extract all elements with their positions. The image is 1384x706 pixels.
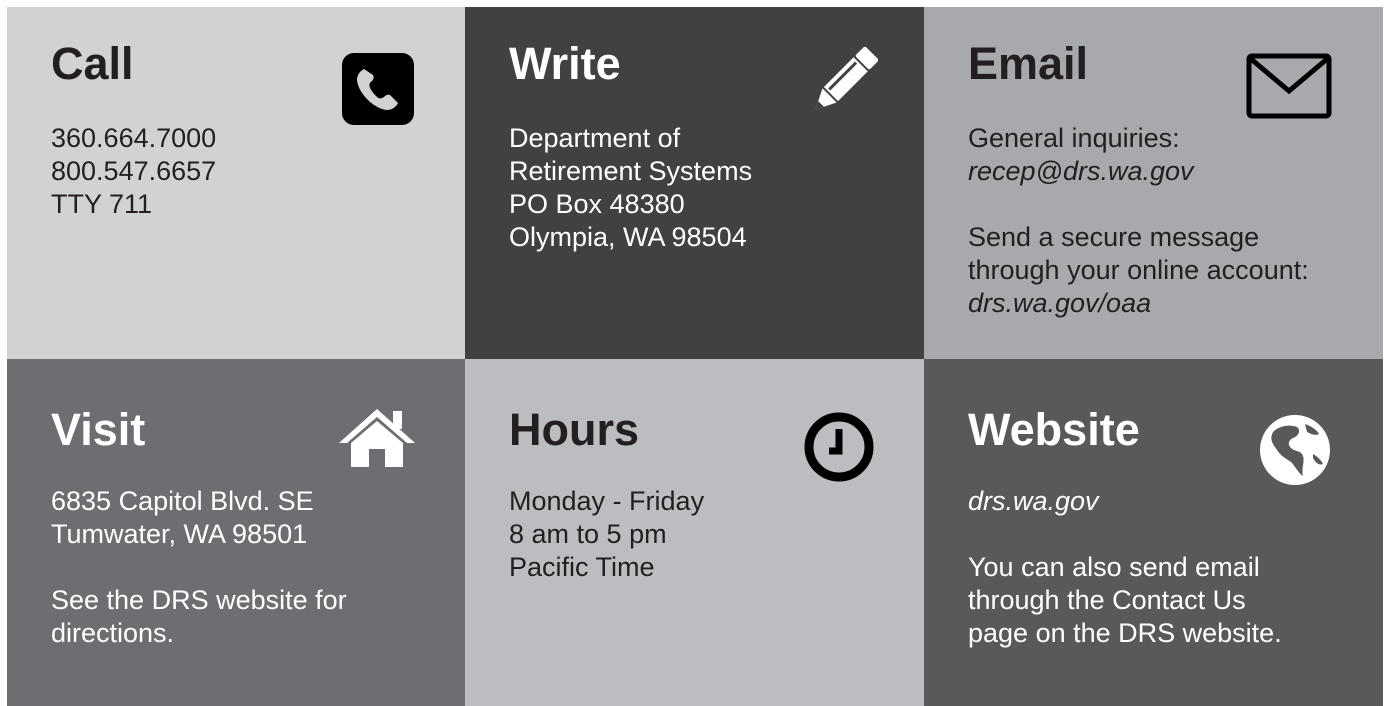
phone-icon (342, 53, 414, 130)
secure-message-text-2: through your online account: (968, 255, 1309, 285)
email-title: Email (968, 38, 1089, 89)
address-line-2: Retirement Systems (509, 156, 753, 186)
contact-us-note-2: through the Contact Us (968, 585, 1246, 615)
call-details: 360.664.7000 800.547.6657 TTY 711 (51, 122, 216, 221)
general-inquiries-label: General inquiries: (968, 123, 1180, 153)
phone-number-local: 360.664.7000 (51, 123, 217, 153)
envelope-icon (1246, 53, 1332, 124)
pencil-icon (808, 46, 879, 122)
hours-title: Hours (509, 404, 640, 455)
hours-details: Monday - Friday 8 am to 5 pm Pacific Tim… (509, 485, 704, 584)
contact-us-note-3: page on the DRS website. (968, 618, 1282, 648)
phone-number-tollfree: 800.547.6657 (51, 156, 217, 186)
contact-grid: Call 360.664.7000 800.547.6657 TTY 711 W… (7, 7, 1383, 706)
time-zone: Pacific Time (509, 552, 655, 582)
directions-note-2: directions. (51, 618, 175, 648)
phone-number-tty: TTY 711 (51, 189, 153, 219)
visit-details: 6835 Capitol Blvd. SE Tumwater, WA 98501… (51, 485, 347, 650)
online-account-link[interactable]: drs.wa.gov/oaa (968, 287, 1309, 320)
write-tile: Write Department of Retirement Systems P… (465, 7, 924, 359)
mailing-address: Department of Retirement Systems PO Box … (509, 122, 752, 254)
general-inquiries-email[interactable]: recep@drs.wa.gov (968, 155, 1309, 188)
city-state-zip: Tumwater, WA 98501 (51, 519, 308, 549)
visit-title: Visit (51, 404, 146, 455)
visit-tile: Visit 6835 Capitol Blvd. SE Tumwater, WA… (7, 359, 465, 706)
email-details: General inquiries: recep@drs.wa.gov Send… (968, 122, 1309, 320)
home-icon (337, 405, 417, 476)
business-days: Monday - Friday (509, 486, 705, 516)
write-title: Write (509, 38, 621, 89)
globe-icon (1259, 414, 1331, 491)
business-hours: 8 am to 5 pm (509, 519, 667, 549)
clock-icon (803, 411, 875, 488)
website-tile: Website drs.wa.gov You can also send ema… (924, 359, 1383, 706)
address-line-1: Department of (509, 123, 681, 153)
contact-us-note-1: You can also send email (968, 552, 1260, 582)
website-link[interactable]: drs.wa.gov (968, 485, 1282, 518)
call-tile: Call 360.664.7000 800.547.6657 TTY 711 (7, 7, 465, 359)
email-tile: Email General inquiries: recep@drs.wa.go… (924, 7, 1383, 359)
address-line-3: PO Box 48380 (509, 189, 685, 219)
street-address: 6835 Capitol Blvd. SE (51, 486, 314, 516)
website-title: Website (968, 404, 1140, 455)
website-details: drs.wa.gov You can also send email throu… (968, 485, 1282, 650)
address-line-4: Olympia, WA 98504 (509, 222, 747, 252)
directions-note-1: See the DRS website for (51, 585, 347, 615)
call-title: Call (51, 38, 134, 89)
secure-message-text-1: Send a secure message (968, 222, 1260, 252)
hours-tile: Hours Monday - Friday 8 am to 5 pm Pacif… (465, 359, 924, 706)
